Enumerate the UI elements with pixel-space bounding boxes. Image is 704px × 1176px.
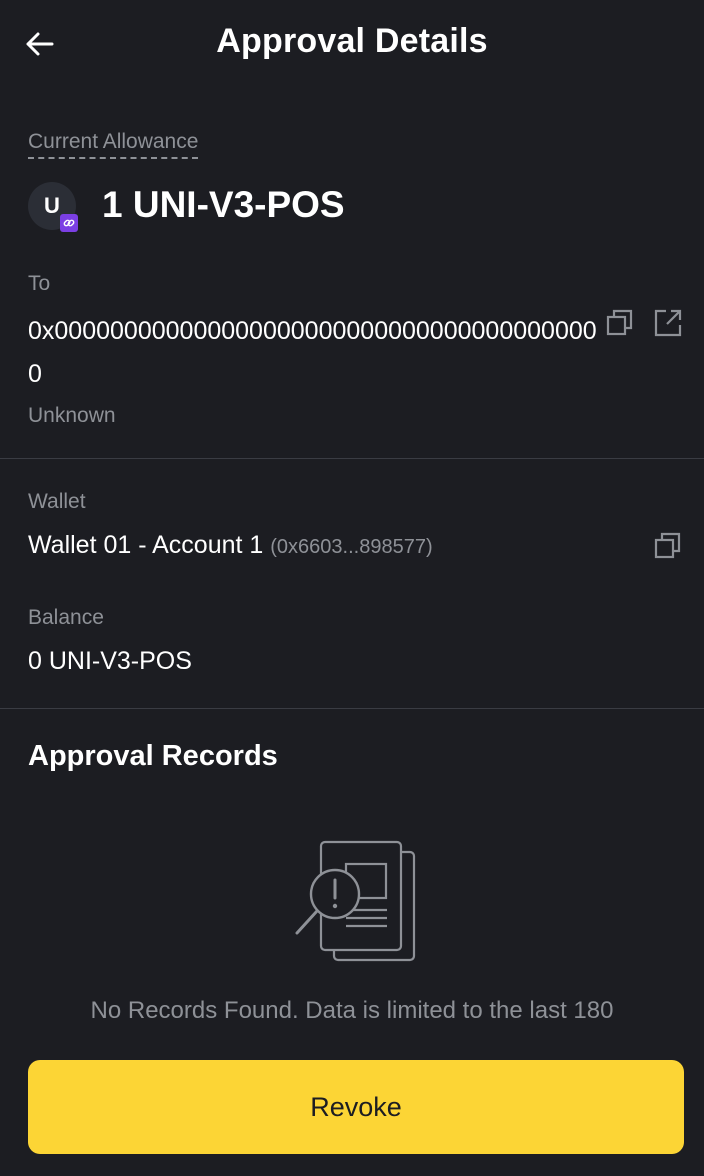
- page-title: Approval Details: [216, 22, 488, 60]
- approval-records-title: Approval Records: [28, 740, 278, 772]
- no-records-icon: [295, 840, 416, 962]
- open-explorer-button[interactable]: [652, 307, 684, 339]
- copy-address-button[interactable]: [604, 307, 636, 339]
- current-allowance-label[interactable]: Current Allowance: [28, 130, 199, 159]
- wallet-label: Wallet: [28, 490, 86, 513]
- spender-name: Unknown: [28, 404, 116, 427]
- empty-state-text: No Records Found. Data is limited to the…: [90, 997, 614, 1024]
- copy-wallet-button[interactable]: [652, 530, 684, 562]
- wallet-name: Wallet 01 - Account 1: [28, 531, 264, 559]
- divider: [0, 458, 704, 459]
- chain-badge: [60, 214, 78, 232]
- copy-icon: [654, 532, 681, 559]
- wallet-address: (0x6603...898577): [270, 536, 433, 558]
- token-icon: U: [28, 182, 78, 232]
- to-label: To: [28, 272, 51, 295]
- divider: [0, 708, 704, 709]
- external-link-icon: [654, 309, 682, 337]
- link-icon: [63, 219, 75, 227]
- empty-state-illustration: [290, 838, 422, 968]
- balance-label: Balance: [28, 606, 104, 629]
- revoke-button[interactable]: Revoke: [28, 1060, 684, 1154]
- spender-address: 0x00000000000000000000000000000000000000…: [28, 317, 597, 388]
- copy-icon: [606, 309, 633, 336]
- header-bar: Approval Details: [0, 0, 704, 90]
- balance-value: 0 UNI-V3-POS: [28, 647, 192, 675]
- token-icon-letter: U: [44, 193, 60, 218]
- wallet-row: Wallet 01 - Account 1 (0x6603...898577): [28, 531, 433, 560]
- allowance-value: 1 UNI-V3-POS: [102, 184, 345, 225]
